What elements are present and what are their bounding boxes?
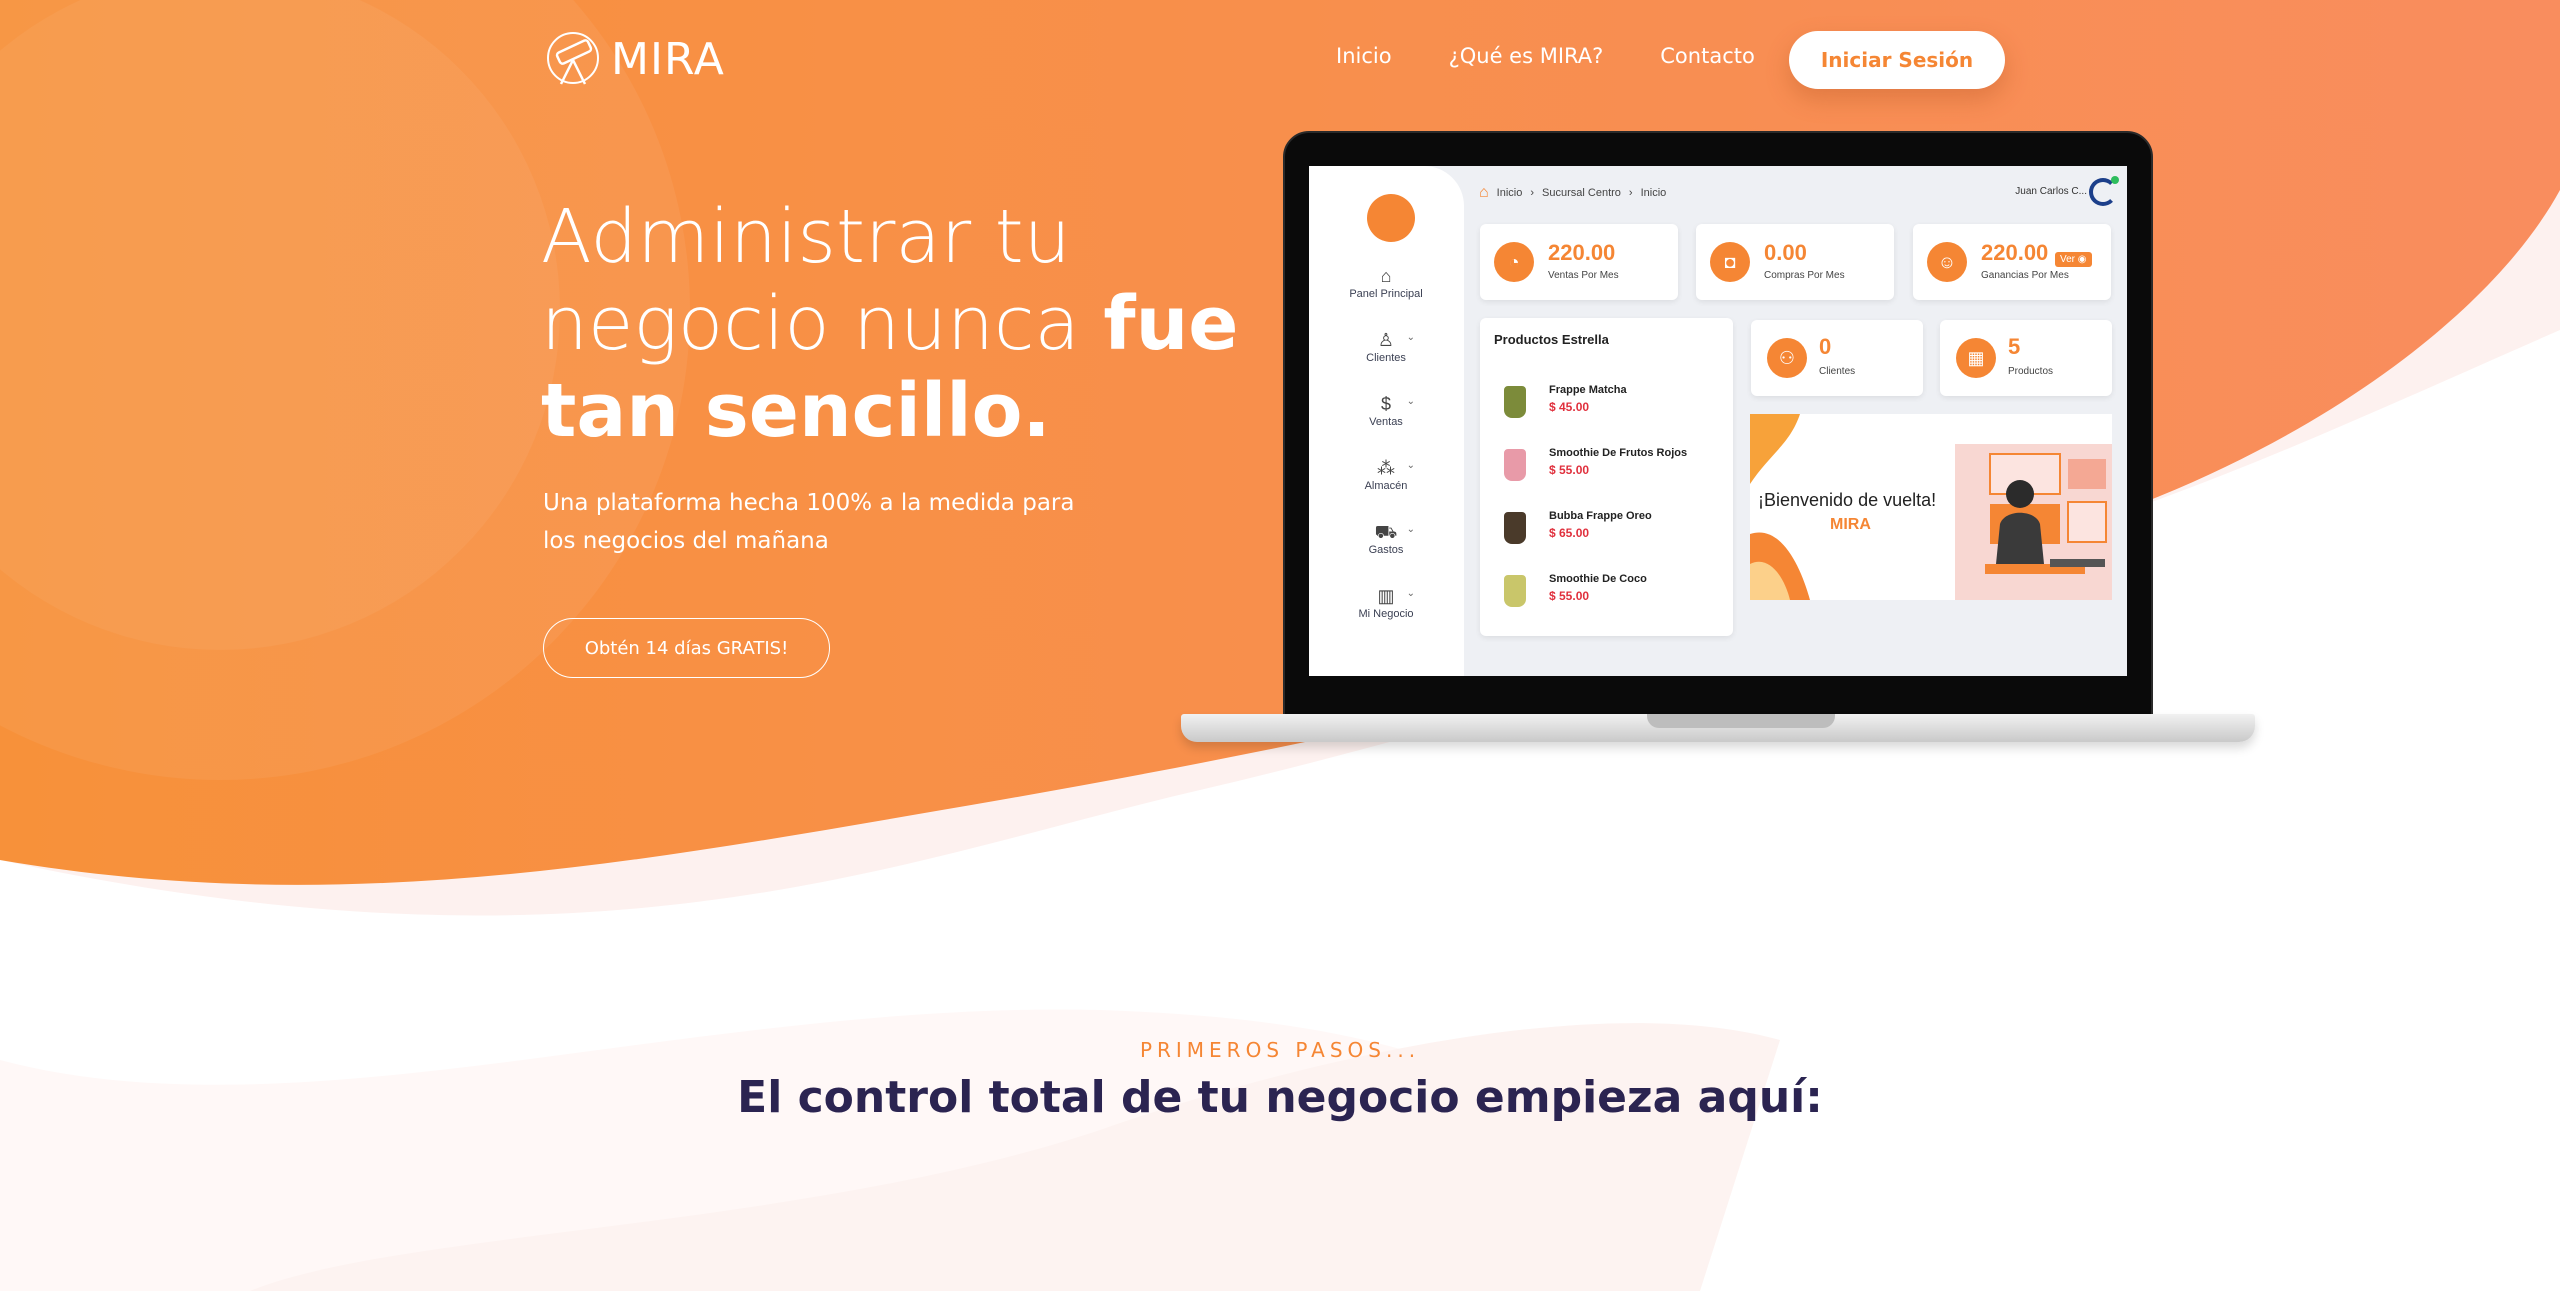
top-nav: Inicio ¿Qué es MIRA? Contacto <box>1336 44 1755 68</box>
section-kicker: PRIMEROS PASOS... <box>1139 1038 1421 1062</box>
top-products-card: Productos Estrella Frappe Matcha $ 45.00 … <box>1480 318 1733 636</box>
smile-icon: ☺ <box>1927 242 1967 282</box>
product-price: $ 65.00 <box>1549 526 1590 540</box>
hero-subtitle: Una plataforma hecha 100% a la medida pa… <box>543 490 1075 554</box>
free-trial-button[interactable]: Obtén 14 días GRATIS! <box>543 618 830 678</box>
pie-chart-icon: ◔ <box>1494 242 1534 282</box>
product-price: $ 45.00 <box>1549 400 1590 414</box>
product-name: Bubba Frappe Oreo <box>1549 510 1652 522</box>
count-value: 5 <box>2008 334 2021 359</box>
bag-icon: ◘ <box>1710 242 1750 282</box>
stat-card-compras: ◘ 0.00 Compras Por Mes <box>1696 224 1894 300</box>
chevron-down-icon: ⌄ <box>1406 588 1415 599</box>
welcome-banner: ¡Bienvenido de vuelta! MIRA <box>1750 414 2112 600</box>
chevron-right-icon: › <box>1628 187 1633 199</box>
count-label: Clientes <box>1819 366 1856 377</box>
chevron-down-icon: ⌄ <box>1406 332 1415 343</box>
sidebar-label: Ventas <box>1369 416 1403 428</box>
users-icon: ⚇ <box>1767 338 1807 378</box>
chevron-down-icon: ⌄ <box>1406 460 1415 471</box>
list-item: Smoothie De Frutos Rojos $ 55.00 <box>1494 443 1724 495</box>
stat-value: 220.00 <box>1981 240 2049 265</box>
cart-icon: ⛟ <box>1374 522 1398 542</box>
section-title: El control total de tu negocio empieza a… <box>737 1072 1823 1123</box>
breadcrumb-item: Inicio <box>1640 187 1667 199</box>
user-name: Juan Carlos C... <box>2015 186 2087 197</box>
list-item: Smoothie De Coco $ 55.00 <box>1494 569 1724 621</box>
app-sidebar: ⌂ Panel Principal ♙ ⌄ Clientes $ ⌄ Ventas ⁂ ⌄ A… <box>1309 166 1464 676</box>
stat-label: Ventas Por Mes <box>1548 270 1619 281</box>
stat-label: Ganancias Por Mes <box>1981 270 2069 281</box>
telescope-icon <box>547 32 599 85</box>
stat-label: Compras Por Mes <box>1764 270 1845 281</box>
sidebar-item-panel: ⌂ Panel Principal <box>1321 266 1451 300</box>
nav-link-que-es-mira[interactable]: ¿Qué es MIRA? <box>1449 44 1604 68</box>
sidebar-item-mi-negocio: ▥ ⌄ Mi Negocio <box>1321 586 1451 620</box>
sidebar-item-gastos: ⛟ ⌄ Gastos <box>1321 522 1451 556</box>
count-label: Productos <box>2008 366 2054 377</box>
card-title: Productos Estrella <box>1494 332 1609 347</box>
breadcrumb-item: Sucursal Centro <box>1542 187 1621 199</box>
sidebar-label: Mi Negocio <box>1358 608 1414 620</box>
online-status-dot <box>2111 176 2119 184</box>
ver-button: Ver ◉ <box>2055 252 2092 267</box>
brand-logo[interactable]: MIRA <box>543 30 725 88</box>
store-icon: ▦ <box>1956 338 1996 378</box>
breadcrumb-item: Inicio <box>1496 187 1523 199</box>
chevron-down-icon: ⌄ <box>1406 524 1415 535</box>
welcome-text: ¡Bienvenido de vuelta! <box>1758 490 1937 510</box>
count-card-productos: ▦ 5 Productos <box>1940 320 2112 396</box>
product-price: $ 55.00 <box>1549 463 1590 477</box>
product-price: $ 55.00 <box>1549 589 1590 603</box>
home-icon: ⌂ <box>1380 266 1392 286</box>
welcome-brand: MIRA <box>1830 516 1871 533</box>
sidebar-item-clientes: ♙ ⌄ Clientes <box>1321 330 1451 364</box>
chart-icon: ▥ <box>1377 586 1395 606</box>
chevron-right-icon: › <box>1530 187 1535 199</box>
drink-image <box>1504 575 1526 607</box>
stat-value: 0.00 <box>1764 240 1807 265</box>
sidebar-label: Gastos <box>1368 544 1404 556</box>
chevron-down-icon: ⌄ <box>1406 396 1415 407</box>
product-name: Frappe Matcha <box>1549 384 1627 396</box>
home-icon: ⌂ <box>1479 184 1489 201</box>
sidebar-item-ventas: $ ⌄ Ventas <box>1321 394 1451 428</box>
boxes-icon: ⁂ <box>1377 458 1395 478</box>
drink-image <box>1504 512 1526 544</box>
stat-card-ganancias: ☺ 220.00 Ganancias Por Mes Ver ◉ <box>1913 224 2111 300</box>
drink-image <box>1504 386 1526 418</box>
user-add-icon: ♙ <box>1377 330 1395 350</box>
breadcrumb: ⌂ Inicio › Sucursal Centro › Inicio <box>1479 184 1666 202</box>
drink-image <box>1504 449 1526 481</box>
dollar-icon: $ <box>1380 394 1391 414</box>
count-value: 0 <box>1819 334 1832 359</box>
hero-title-light: Administrar tu negocio nunca <box>541 194 1104 367</box>
list-item: Bubba Frappe Oreo $ 65.00 <box>1494 506 1724 558</box>
login-button[interactable]: Iniciar Sesión <box>1789 31 2005 89</box>
sidebar-item-almacen: ⁂ ⌄ Almacén <box>1321 458 1451 492</box>
brand-name: MIRA <box>611 33 725 85</box>
ver-label: Ver <box>2060 254 2076 265</box>
nav-link-inicio[interactable]: Inicio <box>1336 44 1392 68</box>
eye-icon: ◉ <box>2077 254 2087 265</box>
sidebar-label: Clientes <box>1366 352 1406 364</box>
sidebar-label: Almacén <box>1364 480 1408 492</box>
sidebar-label: Panel Principal <box>1349 288 1423 300</box>
app-screenshot: ⌂ Panel Principal ♙ ⌄ Clientes $ ⌄ Ventas ⁂ ⌄ A… <box>1309 166 2127 676</box>
product-name: Smoothie De Coco <box>1549 573 1647 585</box>
hero-title: Administrar tu negocio nunca fue tan sen… <box>541 194 1281 455</box>
app-logo-icon <box>1367 194 1415 242</box>
laptop-notch <box>1647 714 1835 728</box>
stat-value: 220.00 <box>1548 240 1616 265</box>
nav-link-contacto[interactable]: Contacto <box>1660 44 1755 68</box>
stat-card-ventas: ◔ 220.00 Ventas Por Mes <box>1480 224 1678 300</box>
list-item: Frappe Matcha $ 45.00 <box>1494 380 1724 432</box>
count-card-clientes: ⚇ 0 Clientes <box>1751 320 1923 396</box>
product-name: Smoothie De Frutos Rojos <box>1549 447 1688 459</box>
